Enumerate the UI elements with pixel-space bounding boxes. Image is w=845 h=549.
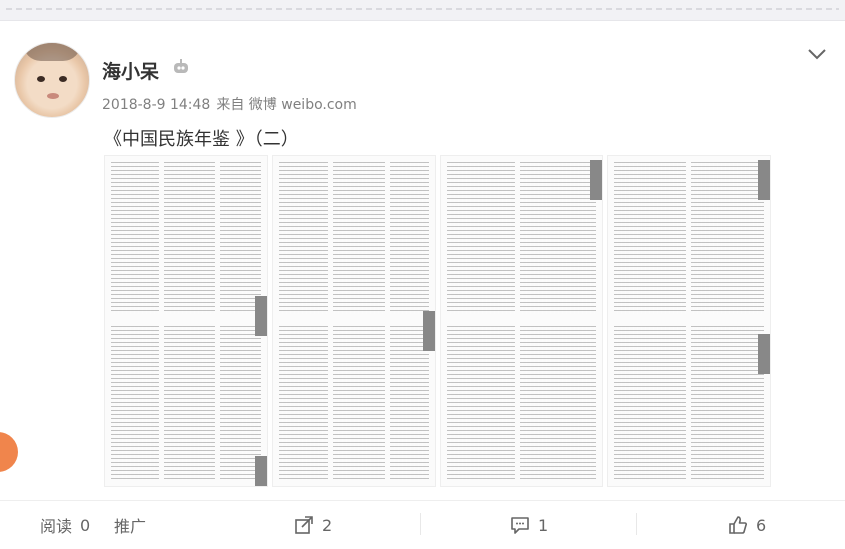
action-separator	[636, 513, 637, 535]
share-icon	[295, 516, 313, 534]
gallery-image-2[interactable]	[271, 155, 436, 487]
gallery-image-3[interactable]	[439, 155, 604, 487]
share-button[interactable]: 2	[294, 510, 332, 540]
page-side-tab	[758, 334, 770, 374]
avatar[interactable]	[14, 42, 90, 118]
page-spread-gap	[272, 314, 435, 326]
comment-button[interactable]: 1	[510, 510, 548, 540]
post-text: 《中国民族年鉴 》（二）	[104, 129, 299, 150]
page-side-tab	[254, 296, 267, 336]
chevron-down-icon[interactable]	[806, 46, 828, 62]
like-button[interactable]: 6	[728, 510, 766, 540]
like-count: 6	[756, 515, 767, 535]
page-spread-gap	[105, 314, 267, 326]
page-spread-gap	[440, 314, 603, 326]
image-gallery	[104, 155, 771, 487]
avatar-mouth	[47, 93, 59, 99]
avatar-hair	[23, 43, 81, 61]
comment-count: 1	[538, 515, 549, 535]
thumbs-up-icon	[729, 516, 747, 534]
feed-top-dashes	[6, 8, 839, 10]
robot-badge-icon	[174, 59, 188, 73]
promote-button[interactable]: 推广	[114, 510, 146, 540]
feed-top-strip	[0, 0, 845, 21]
read-label: 阅读	[40, 517, 73, 536]
post-source: 来自 微博 weibo.com	[216, 97, 357, 113]
share-count: 2	[322, 515, 333, 535]
actions-divider	[0, 500, 845, 501]
author-name[interactable]: 海小呆	[102, 57, 159, 84]
post-timestamp[interactable]: 2018-8-9 14:48	[102, 97, 210, 113]
avatar-eye-right	[59, 76, 67, 82]
read-count-value: 0	[80, 515, 91, 535]
page-side-tab	[422, 311, 435, 351]
promote-label: 推广	[114, 517, 147, 536]
read-count: 阅读 0	[40, 510, 90, 540]
page-side-tab	[758, 160, 770, 200]
gallery-image-4[interactable]	[607, 155, 771, 487]
action-separator	[420, 513, 421, 535]
page-spread-gap	[608, 314, 770, 326]
comment-icon	[511, 517, 529, 534]
page-side-tab	[254, 456, 267, 486]
post-meta: 2018-8-9 14:48 来自 微博 weibo.com	[102, 94, 357, 114]
avatar-eye-left	[37, 76, 45, 82]
gallery-image-1[interactable]	[104, 155, 268, 487]
page-side-tab	[590, 160, 603, 200]
